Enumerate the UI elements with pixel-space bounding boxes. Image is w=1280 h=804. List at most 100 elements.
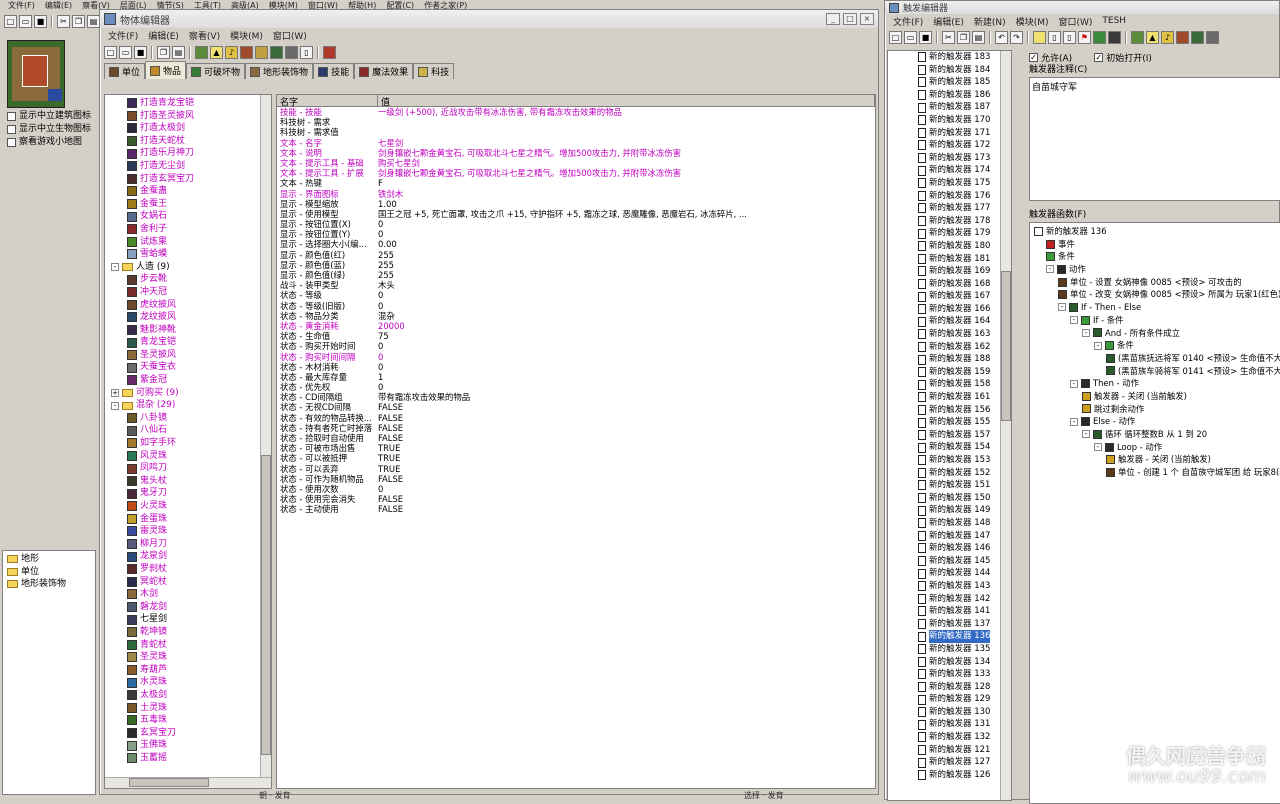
- trigger-list-item[interactable]: 新的触发器 173: [888, 152, 1011, 165]
- new-action-icon[interactable]: [1108, 30, 1121, 44]
- property-row[interactable]: 文本 - 提示工具 - 扩展 剑身镶嵌七颗金黄宝石, 可吸取北斗七星之精气。增加5…: [277, 168, 875, 178]
- tree-item[interactable]: 雷灵珠: [127, 525, 271, 538]
- minimap-option[interactable]: 察看游戏小地图: [7, 136, 91, 149]
- function-row[interactable]: - 条件: [1030, 339, 1280, 352]
- function-row[interactable]: 跳过剩余动作: [1030, 403, 1280, 416]
- property-row[interactable]: 状态 - 拾取时自动使用 FALSE: [277, 433, 875, 443]
- function-row[interactable]: - If - Then - Else: [1030, 301, 1280, 314]
- trigger-list-item[interactable]: 新的触发器 131: [888, 718, 1011, 731]
- function-row[interactable]: - If - 条件: [1030, 314, 1280, 327]
- open-icon[interactable]: ▭: [19, 14, 32, 28]
- trigger-list-item[interactable]: 新的触发器 157: [888, 429, 1011, 442]
- trigger-list-item[interactable]: 新的触发器 164: [888, 315, 1011, 328]
- tree-item[interactable]: 试炼果: [127, 236, 271, 249]
- collapse-icon[interactable]: -: [1070, 379, 1078, 388]
- tree-item[interactable]: 步云靴: [127, 273, 271, 286]
- trigger-list-item[interactable]: 新的触发器 141: [888, 605, 1011, 618]
- trigger-list-item[interactable]: 新的触发器 135: [888, 643, 1011, 656]
- trigger-list-item[interactable]: 新的触发器 170: [888, 114, 1011, 127]
- menu-item[interactable]: 文件(F): [8, 0, 35, 11]
- tree-folder[interactable]: - 混杂 (29): [111, 399, 271, 412]
- tree-folder[interactable]: + 可购买 (9): [111, 387, 271, 400]
- collapse-icon[interactable]: -: [1082, 430, 1090, 439]
- tab-destructibles[interactable]: 可破坏物: [186, 63, 246, 79]
- property-row[interactable]: 显示 - 选择圈大小(编... 0.00: [277, 239, 875, 249]
- property-row[interactable]: 状态 - 主动使用 FALSE: [277, 504, 875, 514]
- property-row[interactable]: 状态 - 等级(旧版) 0: [277, 301, 875, 311]
- save-icon[interactable]: ■: [34, 14, 47, 28]
- new-comment-icon[interactable]: ▯: [1063, 30, 1076, 44]
- property-row[interactable]: 状态 - 可以被抵押 TRUE: [277, 453, 875, 463]
- trigger-list-item[interactable]: 新的触发器 172: [888, 139, 1011, 152]
- menu-item[interactable]: 察看(V): [189, 29, 220, 42]
- minimap-option[interactable]: 显示中立生物图标: [7, 123, 91, 136]
- tree-item[interactable]: 打造无尘剑: [127, 160, 271, 173]
- trigger-list-item[interactable]: 新的触发器 132: [888, 731, 1011, 744]
- new-category-icon[interactable]: [1033, 30, 1046, 44]
- tree-item[interactable]: 紫金冠: [127, 374, 271, 387]
- save-icon[interactable]: ■: [134, 45, 147, 59]
- function-row[interactable]: - 动作: [1030, 263, 1280, 276]
- property-row[interactable]: 战斗 - 装甲类型 木头: [277, 280, 875, 290]
- initial-open-checkbox[interactable]: ✓ 初始打开(I): [1094, 51, 1152, 64]
- tree-item[interactable]: 打造玄冥宝刀: [127, 173, 271, 186]
- property-row[interactable]: 显示 - 模型缩放 1.00: [277, 199, 875, 209]
- trigger-list-item[interactable]: 新的触发器 154: [888, 441, 1011, 454]
- tree-item[interactable]: 鬼牙刀: [127, 487, 271, 500]
- tab-abilities[interactable]: 技能: [313, 63, 355, 79]
- collapse-icon[interactable]: -: [1046, 265, 1054, 274]
- property-row[interactable]: 科技树 - 需求: [277, 117, 875, 127]
- tree-item[interactable]: 魅影神靴: [127, 324, 271, 337]
- property-row[interactable]: 显示 - 按钮位置(X) 0: [277, 219, 875, 229]
- checkbox-icon[interactable]: [7, 138, 16, 147]
- object-tree-scrollbar[interactable]: [260, 95, 271, 778]
- scrollbar-thumb[interactable]: [261, 455, 271, 755]
- property-row[interactable]: 状态 - 黄金消耗 20000: [277, 321, 875, 331]
- trigger-list-item[interactable]: 新的触发器 150: [888, 492, 1011, 505]
- trigger-list-item[interactable]: 新的触发器 121: [888, 744, 1011, 757]
- tree-item[interactable]: 金蚕王: [127, 198, 271, 211]
- paste-icon[interactable]: ▤: [972, 30, 985, 44]
- trigger-list-item[interactable]: 新的触发器 179: [888, 227, 1011, 240]
- trigger-list-item[interactable]: 新的触发器 181: [888, 253, 1011, 266]
- function-row[interactable]: 单位 - 设置 女娲神像 0085 <预设> 可攻击的: [1030, 276, 1280, 289]
- value-column-header[interactable]: 值: [378, 95, 875, 108]
- trigger-list-item[interactable]: 新的触发器 126: [888, 769, 1011, 782]
- trigger-list-item[interactable]: 新的触发器 145: [888, 555, 1011, 568]
- redo-icon[interactable]: ↷: [1010, 30, 1023, 44]
- property-row[interactable]: 显示 - 界面图标 铁剑木: [277, 189, 875, 199]
- property-row[interactable]: 状态 - 可被市场出售 TRUE: [277, 443, 875, 453]
- property-row[interactable]: 文本 - 说明 剑身镶嵌七颗金黄宝石, 可吸取北斗七星之精气。增加500攻击力, …: [277, 148, 875, 158]
- tree-item[interactable]: 打造天蛇杖: [127, 135, 271, 148]
- trigger-list-item[interactable]: 新的触发器 180: [888, 240, 1011, 253]
- tree-item[interactable]: 打造青龙宝铠: [127, 97, 271, 110]
- trigger-list-item[interactable]: 新的触发器 176: [888, 190, 1011, 203]
- tab-upgrades[interactable]: 科技: [413, 63, 455, 79]
- trigger-list-item[interactable]: 新的触发器 134: [888, 656, 1011, 669]
- terrain-editor-icon[interactable]: [195, 45, 208, 59]
- tree-item[interactable]: 金蚕蛊: [127, 185, 271, 198]
- palette-item[interactable]: 地形装饰物: [7, 578, 91, 591]
- comment-textarea[interactable]: 自苗城守军: [1029, 77, 1280, 201]
- tree-item[interactable]: 磐龙剑: [127, 601, 271, 614]
- property-row[interactable]: 状态 - 可以丢弃 TRUE: [277, 464, 875, 474]
- object-editor-titlebar[interactable]: 物体编辑器 _ □ ×: [100, 10, 878, 28]
- tree-item[interactable]: 圣灵珠: [127, 651, 271, 664]
- new-icon[interactable]: □: [889, 30, 902, 44]
- open-icon[interactable]: ▭: [904, 30, 917, 44]
- menu-item[interactable]: 文件(F): [108, 29, 138, 42]
- property-row[interactable]: 显示 - 使用模型 国王之冠 +5, 死亡面罩, 攻击之爪 +15, 守护指环 +…: [277, 209, 875, 219]
- tree-item[interactable]: 风灵珠: [127, 450, 271, 463]
- function-row[interactable]: - And - 所有条件成立: [1030, 327, 1280, 340]
- trigger-list-item[interactable]: 新的触发器 178: [888, 215, 1011, 228]
- trigger-list-item[interactable]: 新的触发器 161: [888, 391, 1011, 404]
- minimap[interactable]: [7, 40, 65, 108]
- tree-item[interactable]: 鬼头杖: [127, 475, 271, 488]
- trigger-editor-titlebar[interactable]: 触发编辑器: [885, 1, 1279, 14]
- property-row[interactable]: 状态 - 木材消耗 0: [277, 362, 875, 372]
- tab-doodads[interactable]: 地形装饰物: [245, 63, 314, 79]
- maximize-button[interactable]: □: [843, 13, 857, 25]
- tree-item[interactable]: 罗刹杖: [127, 563, 271, 576]
- tree-item[interactable]: 柳月刀: [127, 538, 271, 551]
- trigger-list-item[interactable]: 新的触发器 156: [888, 404, 1011, 417]
